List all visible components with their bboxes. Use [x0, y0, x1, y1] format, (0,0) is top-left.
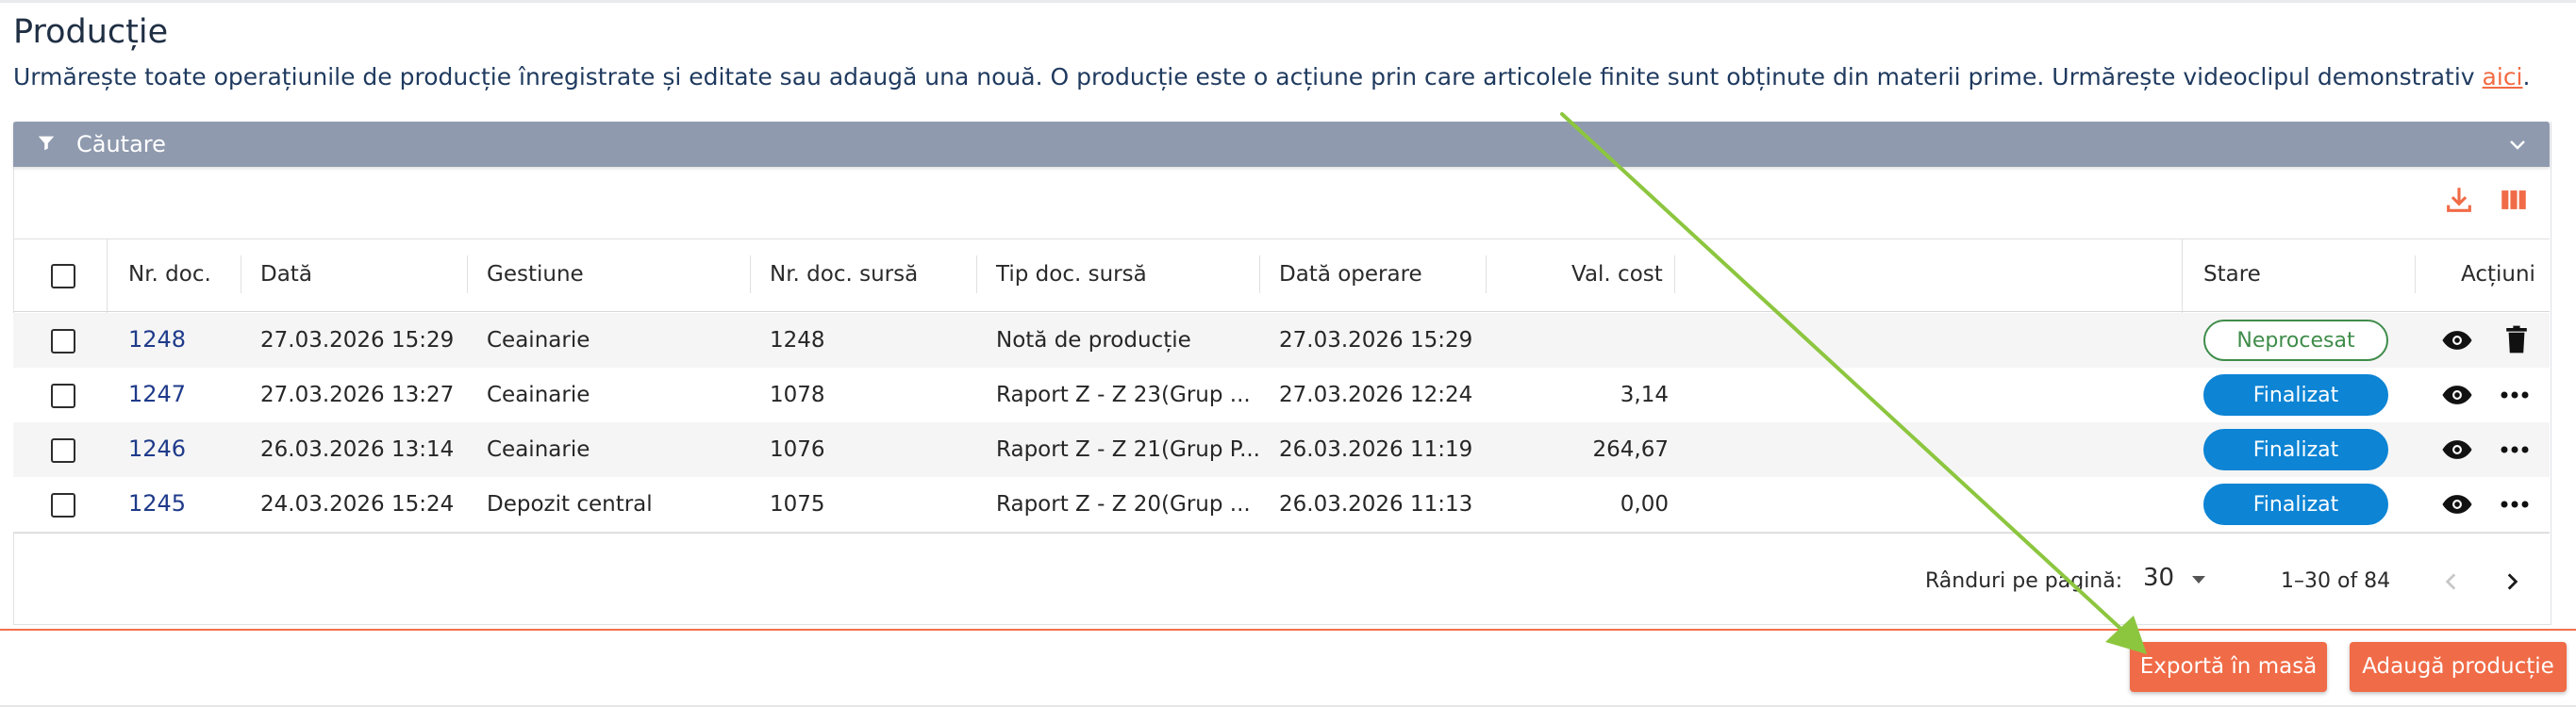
row-gestiune: Depozit central: [487, 492, 653, 517]
row-nr-doc-sursa: 1076: [770, 437, 825, 462]
header-divider: [976, 255, 977, 293]
header-divider: [1259, 255, 1260, 293]
col-header-tip-doc-sursa[interactable]: Tip doc. sursă: [996, 262, 1147, 287]
pagination-range: 1–30 of 84: [2281, 569, 2391, 593]
top-strip: [0, 0, 2576, 3]
trash-icon[interactable]: [2505, 325, 2528, 354]
row-checkbox[interactable]: [51, 384, 75, 408]
row-gestiune: Ceainarie: [487, 328, 590, 353]
row-nr-doc-sursa: 1248: [770, 328, 825, 353]
row-val-cost: 0,00: [1620, 492, 1669, 517]
row-nr-doc[interactable]: 1246: [128, 436, 186, 462]
rows-per-page-label: Rânduri pe pagină:: [1925, 569, 2123, 593]
select-all-checkbox[interactable]: [51, 264, 75, 288]
page-title: Producție: [13, 13, 169, 51]
row-data: 27.03.2026 15:29: [260, 328, 455, 353]
status-badge: Finalizat: [2203, 429, 2388, 470]
row-tip-doc-sursa: Notă de producție: [996, 328, 1191, 353]
description-end: .: [2522, 63, 2531, 90]
row-data-operare: 27.03.2026 15:29: [1279, 328, 1473, 353]
more-horizontal-icon[interactable]: [2500, 445, 2530, 454]
page-description: Urmărește toate operațiunile de producți…: [13, 63, 2530, 90]
row-nr-doc-sursa: 1075: [770, 492, 825, 517]
header-divider: [2415, 255, 2416, 293]
header-divider: [750, 255, 751, 293]
table-row[interactable]: 1247 27.03.2026 13:27 Ceainarie 1078 Rap…: [13, 368, 2550, 423]
row-data: 27.03.2026 13:27: [260, 383, 455, 407]
row-val-cost: 3,14: [1620, 383, 1669, 407]
caret-down-icon[interactable]: [2190, 574, 2207, 585]
table-row[interactable]: 1245 24.03.2026 15:24 Depozit central 10…: [13, 477, 2550, 533]
grid-top-border: [13, 238, 2550, 239]
download-icon[interactable]: [2443, 184, 2475, 216]
col-header-actiuni: Acțiuni: [2461, 262, 2535, 287]
status-badge: Finalizat: [2203, 484, 2388, 525]
rows-per-page-select[interactable]: 30: [2143, 564, 2174, 592]
chevron-down-icon[interactable]: [2506, 133, 2529, 156]
row-nr-doc[interactable]: 1245: [128, 490, 186, 517]
row-data-operare: 26.03.2026 11:19: [1279, 437, 1473, 462]
status-badge: Neprocesat: [2203, 320, 2388, 361]
description-text: Urmărește toate operațiunile de producți…: [13, 63, 2483, 90]
col-header-gestiune[interactable]: Gestiune: [487, 262, 584, 287]
grid-bottom-border: [13, 533, 2550, 534]
header-divider: [1674, 255, 1675, 293]
row-tip-doc-sursa: Raport Z - Z 20(Grup ...: [996, 492, 1251, 517]
header-divider: [467, 255, 468, 293]
header-bottom-border: [13, 311, 2550, 312]
row-tip-doc-sursa: Raport Z - Z 21(Grup P...: [996, 437, 1260, 462]
row-data-operare: 27.03.2026 12:24: [1279, 383, 1473, 407]
row-nr-doc[interactable]: 1248: [128, 326, 186, 353]
eye-icon[interactable]: [2441, 328, 2473, 353]
row-gestiune: Ceainarie: [487, 437, 590, 462]
add-production-button[interactable]: Adaugă producție: [2350, 642, 2567, 692]
row-data-operare: 26.03.2026 11:13: [1279, 492, 1473, 517]
table-row[interactable]: 1246 26.03.2026 13:14 Ceainarie 1076 Rap…: [13, 422, 2550, 478]
chevron-right-icon[interactable]: [2500, 567, 2524, 596]
chevron-left-icon[interactable]: [2439, 567, 2464, 596]
demo-video-link[interactable]: aici: [2483, 63, 2523, 90]
col-header-stare[interactable]: Stare: [2203, 262, 2261, 287]
row-checkbox[interactable]: [51, 329, 75, 354]
col-header-val-cost[interactable]: Val. cost: [1571, 262, 1663, 287]
columns-icon[interactable]: [2498, 184, 2530, 216]
eye-icon[interactable]: [2441, 492, 2473, 517]
row-data: 26.03.2026 13:14: [260, 437, 455, 462]
col-header-nr-doc-sursa[interactable]: Nr. doc. sursă: [770, 262, 918, 287]
row-gestiune: Ceainarie: [487, 383, 590, 407]
row-nr-doc-sursa: 1078: [770, 383, 825, 407]
search-label: Căutare: [76, 131, 166, 157]
filter-icon: [38, 136, 55, 151]
row-checkbox[interactable]: [51, 438, 75, 463]
eye-icon[interactable]: [2441, 437, 2473, 462]
status-badge: Finalizat: [2203, 374, 2388, 416]
search-panel-header[interactable]: Căutare: [13, 122, 2550, 167]
export-bulk-button[interactable]: Exportă în masă: [2130, 642, 2327, 692]
more-horizontal-icon[interactable]: [2500, 390, 2530, 400]
col-header-nr-doc[interactable]: Nr. doc.: [128, 262, 211, 287]
col-header-data[interactable]: Dată: [260, 262, 312, 287]
row-checkbox[interactable]: [51, 493, 75, 518]
col-header-data-operare[interactable]: Dată operare: [1279, 262, 1422, 287]
row-data: 24.03.2026 15:24: [260, 492, 455, 517]
row-val-cost: 264,67: [1592, 437, 1669, 462]
row-tip-doc-sursa: Raport Z - Z 23(Grup ...: [996, 383, 1251, 407]
row-nr-doc[interactable]: 1247: [128, 381, 186, 407]
more-horizontal-icon[interactable]: [2500, 500, 2530, 509]
table-row[interactable]: 1248 27.03.2026 15:29 Ceainarie 1248 Not…: [13, 313, 2550, 369]
header-divider: [1486, 255, 1487, 293]
footer-divider: [0, 629, 2576, 631]
eye-icon[interactable]: [2441, 383, 2473, 407]
